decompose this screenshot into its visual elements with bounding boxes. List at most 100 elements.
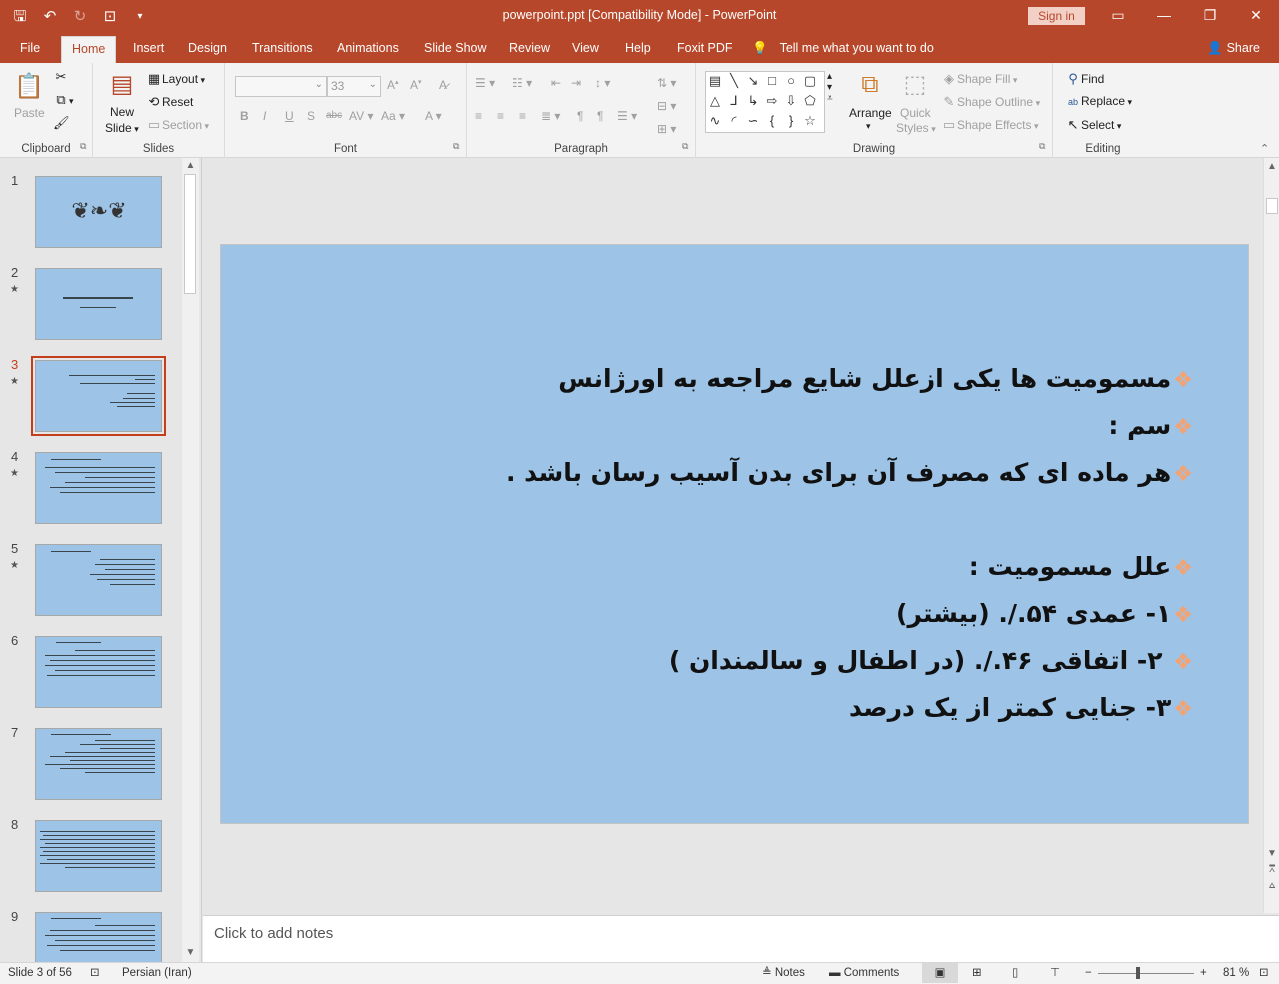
cut-icon[interactable]: ✂ xyxy=(53,69,69,85)
undo-icon[interactable]: ↶ xyxy=(38,0,62,33)
zoom-out-button[interactable]: − xyxy=(1085,963,1092,983)
brace-right-icon[interactable]: } xyxy=(783,113,799,128)
copy-icon[interactable]: ⧉ ▾ xyxy=(53,92,73,108)
rounded-rect-icon[interactable]: ▢ xyxy=(802,73,818,89)
elbow-icon[interactable]: ⅃ xyxy=(726,93,742,109)
slide-thumbnail-3[interactable] xyxy=(31,356,166,436)
oval-icon[interactable]: ○ xyxy=(783,73,799,88)
arrange-icon[interactable]: ⧉ xyxy=(854,69,886,101)
tab-design[interactable]: Design xyxy=(178,36,237,63)
strikethrough-icon[interactable]: abc xyxy=(326,110,342,121)
right-arrow-icon[interactable]: ⇨ xyxy=(764,93,780,109)
rtl-icon[interactable]: ¶ xyxy=(597,109,603,123)
slide-sorter-icon[interactable]: ⊞ xyxy=(972,963,982,983)
arc-icon[interactable]: ◜ xyxy=(726,113,742,129)
next-slide-icon[interactable]: ⩟ xyxy=(1264,880,1279,891)
current-slide[interactable]: ❖مسمومیت ها یکی ازعلل شایع مراجعه به اور… xyxy=(220,244,1249,824)
spell-check-icon[interactable]: ⊡ xyxy=(90,963,100,983)
zoom-slider-handle[interactable] xyxy=(1136,967,1140,979)
scroll-thumb[interactable] xyxy=(184,174,196,294)
customize-icon[interactable]: ▾ xyxy=(128,0,152,33)
layout-button[interactable]: ▦ Layout ▾ xyxy=(146,71,205,87)
sign-in-button[interactable]: Sign in xyxy=(1028,7,1085,25)
close-icon[interactable]: ✕ xyxy=(1233,0,1279,33)
quick-styles-button[interactable]: Quick xyxy=(900,106,931,120)
line-icon[interactable]: ╲ xyxy=(726,73,742,89)
align-center-icon[interactable]: ≡ xyxy=(497,109,504,123)
canvas-scrollbar[interactable]: ▲ ▼ ⩞ ⩟ xyxy=(1263,158,1279,913)
scroll-thumb[interactable] xyxy=(1266,198,1278,214)
font-size-combo[interactable]: 33 ⌄ xyxy=(327,76,381,97)
slide-thumbnail-9[interactable] xyxy=(35,912,162,962)
tab-home[interactable]: Home xyxy=(61,36,117,63)
slide-thumbnail-4[interactable] xyxy=(35,452,162,524)
reset-button[interactable]: ⟲ Reset xyxy=(146,94,194,110)
section-button[interactable]: ▭ Section ▾ xyxy=(146,117,209,133)
smartart-icon[interactable]: ⊞ ▾ xyxy=(657,122,676,136)
zoom-in-button[interactable]: + xyxy=(1200,963,1207,983)
text-direction-icon[interactable]: ⇅ ▾ xyxy=(657,76,676,90)
thumbnail-scrollbar[interactable]: ▲ ▼ xyxy=(182,158,199,962)
justify-icon[interactable]: ≣ ▾ xyxy=(541,109,560,123)
scroll-up-icon[interactable]: ▲ xyxy=(1264,161,1279,172)
align-right-icon[interactable]: ≡ xyxy=(519,109,526,123)
scroll-up-icon[interactable]: ▲ xyxy=(182,160,199,171)
previous-slide-icon[interactable]: ⩞ xyxy=(1264,864,1279,875)
tab-slide-show[interactable]: Slide Show xyxy=(414,36,497,63)
select-button[interactable]: ↖ Select ▾ xyxy=(1065,117,1122,133)
minimize-icon[interactable]: — xyxy=(1141,0,1187,33)
share-button[interactable]: 👤 Share xyxy=(1207,36,1260,61)
restore-icon[interactable]: ❐ xyxy=(1187,0,1233,33)
new-slide-button[interactable]: New xyxy=(110,105,134,119)
bold-icon[interactable]: B xyxy=(240,109,249,123)
font-color-icon[interactable]: A ▾ xyxy=(425,109,442,123)
paste-button[interactable]: Paste xyxy=(14,106,45,120)
fit-slide-icon[interactable]: ⊡ xyxy=(1259,963,1269,983)
ltr-icon[interactable]: ¶ xyxy=(577,109,583,123)
bullets-icon[interactable]: ☰ ▾ xyxy=(475,76,495,90)
arrow-line-icon[interactable]: ↘ xyxy=(745,73,761,89)
font-name-combo[interactable]: ⌄ xyxy=(235,76,327,97)
save-icon[interactable]: 🖫 xyxy=(8,0,32,33)
spacing-icon[interactable]: AV ▾ xyxy=(349,109,373,123)
comments-button[interactable]: ▬ Comments xyxy=(829,963,899,983)
shadow-icon[interactable]: S xyxy=(307,109,315,123)
ribbon-display-icon[interactable]: ▭ xyxy=(1095,0,1141,33)
notes-pane[interactable]: Click to add notes xyxy=(203,915,1279,962)
rectangle-icon[interactable]: □ xyxy=(764,73,780,88)
reading-view-icon[interactable]: ▯ xyxy=(1012,963,1018,983)
quick-styles-dropdown[interactable]: Styles ▾ xyxy=(896,121,936,135)
pentagon-icon[interactable]: ⬠ xyxy=(802,93,818,109)
quick-styles-icon[interactable]: ⬚ xyxy=(899,69,931,101)
align-left-icon[interactable]: ≡ xyxy=(475,109,482,123)
scroll-down-icon[interactable]: ▼ xyxy=(182,947,199,958)
shape-outline-button[interactable]: ✎ Shape Outline ▾ xyxy=(941,94,1041,110)
triangle-icon[interactable]: △ xyxy=(707,93,723,109)
shape-effects-button[interactable]: ▭ Shape Effects ▾ xyxy=(941,117,1039,133)
scroll-down-icon[interactable]: ▼ xyxy=(1264,848,1279,859)
tab-animations[interactable]: Animations xyxy=(327,36,409,63)
dialog-launcher-icon[interactable]: ⧉ xyxy=(1039,141,1045,152)
slide-thumbnail-1[interactable]: ❦❧❦ xyxy=(35,176,162,248)
italic-icon[interactable]: I xyxy=(263,109,266,123)
zoom-slider-track[interactable] xyxy=(1098,973,1194,974)
columns-icon[interactable]: ☰ ▾ xyxy=(617,109,637,123)
slide-thumbnail-6[interactable] xyxy=(35,636,162,708)
down-arrow-icon[interactable]: ⇩ xyxy=(783,93,799,109)
increase-font-icon[interactable]: A▴ xyxy=(387,78,399,92)
slide-thumbnail-2[interactable] xyxy=(35,268,162,340)
star-icon[interactable]: ☆ xyxy=(802,113,818,129)
slide-thumbnail-7[interactable] xyxy=(35,728,162,800)
indent-increase-icon[interactable]: ⇥ xyxy=(571,76,581,90)
tab-view[interactable]: View xyxy=(562,36,609,63)
slide-thumbnail-5[interactable] xyxy=(35,544,162,616)
shapes-gallery[interactable]: ▤ ╲ ↘ □ ○ ▢ △ ⅃ ↳ ⇨ ⇩ ⬠ ∿ ◜ ∽ { } ☆ xyxy=(705,71,825,133)
textbox-icon[interactable]: ▤ xyxy=(707,73,723,89)
format-painter-icon[interactable]: 🖌 xyxy=(53,115,70,131)
indent-decrease-icon[interactable]: ⇤ xyxy=(551,76,561,90)
elbow-arrow-icon[interactable]: ↳ xyxy=(745,93,761,109)
align-text-icon[interactable]: ⊟ ▾ xyxy=(657,99,676,113)
language-indicator[interactable]: Persian (Iran) xyxy=(122,963,192,983)
slide-thumbnail-8[interactable] xyxy=(35,820,162,892)
tab-insert[interactable]: Insert xyxy=(123,36,174,63)
